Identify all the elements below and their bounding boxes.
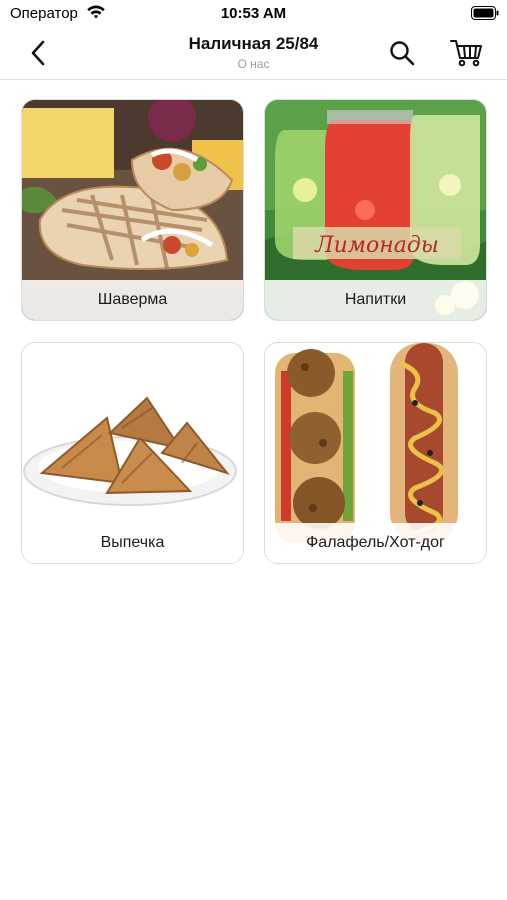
back-button[interactable] bbox=[24, 38, 54, 68]
page-title: Наличная 25/84 bbox=[188, 34, 319, 53]
category-label: Фалафель/Хот-дог bbox=[265, 523, 486, 563]
chevron-left-icon bbox=[31, 40, 45, 66]
navigation-bar: Наличная 25/84 О нас bbox=[0, 28, 507, 80]
category-card-pastry[interactable]: Выпечка bbox=[21, 342, 244, 564]
about-link[interactable]: О нас bbox=[120, 57, 387, 71]
search-icon bbox=[390, 41, 415, 66]
cart-button[interactable] bbox=[450, 38, 484, 68]
clock: 10:53 AM bbox=[220, 5, 287, 22]
lemonade-image-caption: Лимонады bbox=[314, 233, 438, 258]
category-card-falafel-hotdog[interactable]: Фалафель/Хот-дог bbox=[264, 342, 487, 564]
category-label: Выпечка bbox=[22, 523, 243, 563]
search-button[interactable] bbox=[388, 39, 416, 67]
category-label: Напитки bbox=[265, 280, 486, 320]
category-card-drinks[interactable]: Лимонады Напитки bbox=[264, 99, 487, 321]
status-bar: Оператор 10:53 AM bbox=[0, 0, 507, 28]
category-label: Шаверма bbox=[22, 280, 243, 320]
battery-icon bbox=[471, 6, 499, 20]
cart-icon bbox=[450, 40, 482, 67]
category-card-shawarma[interactable]: Шаверма bbox=[21, 99, 244, 321]
